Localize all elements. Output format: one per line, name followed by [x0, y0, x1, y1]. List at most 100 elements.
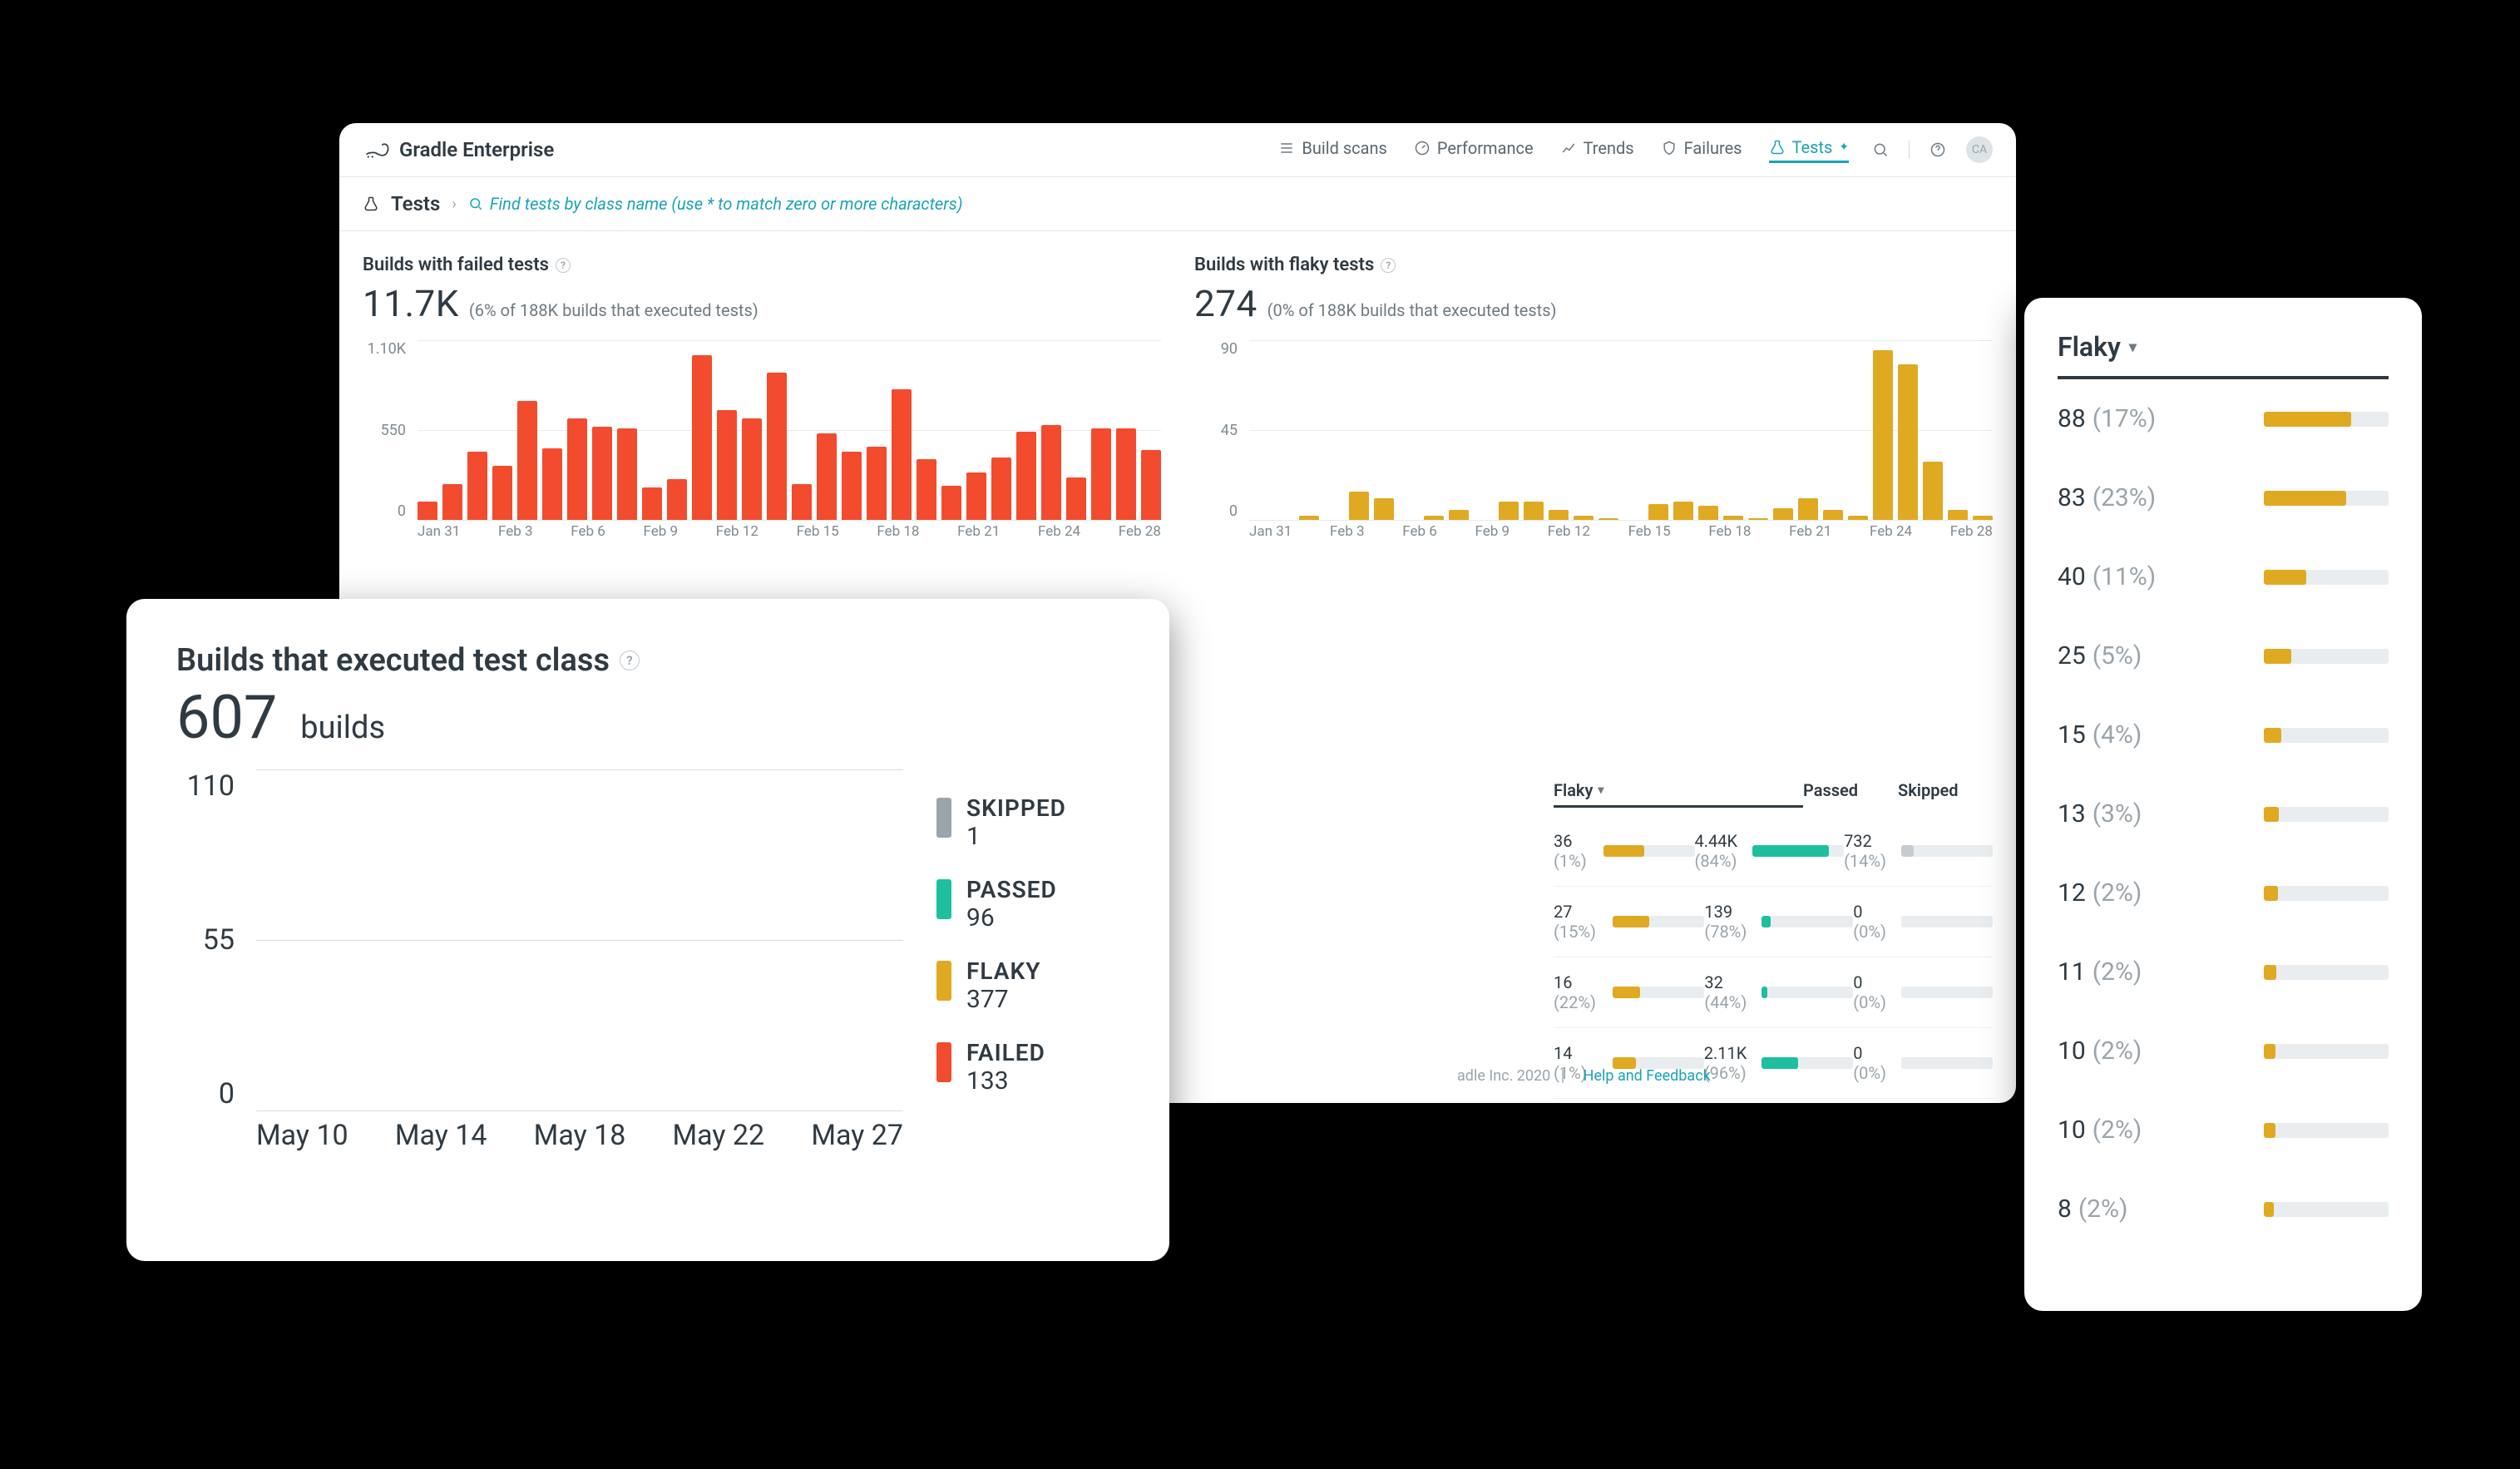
bar[interactable] [842, 452, 862, 520]
legend-item-failed[interactable]: FAILED133 [936, 1039, 1119, 1096]
bar[interactable] [892, 389, 912, 520]
bar[interactable] [617, 428, 637, 520]
bar[interactable] [1091, 428, 1111, 520]
brand-name: Gradle Enterprise [399, 138, 554, 161]
bar[interactable] [1898, 364, 1918, 520]
col-header-flaky[interactable]: Flaky ▾ [1554, 780, 1803, 808]
nav-performance-label: Performance [1437, 138, 1534, 158]
bar[interactable] [642, 487, 662, 520]
topbar: Gradle Enterprise Build scans Performanc… [339, 123, 2016, 177]
bar[interactable] [517, 401, 537, 520]
help-icon[interactable]: ? [620, 650, 640, 670]
bar[interactable] [1798, 498, 1818, 520]
bar[interactable] [1773, 508, 1793, 520]
table-row[interactable]: 14 (1%)1.74K (97%)0 (0%) [1554, 1099, 1993, 1103]
legend-item-skipped[interactable]: SKIPPED1 [936, 794, 1119, 851]
bar[interactable] [1973, 516, 1993, 520]
nav-trends[interactable]: Trends [1560, 138, 1634, 161]
flaky-row[interactable]: 8(2%) [2058, 1170, 2389, 1249]
flaky-row[interactable]: 13(3%) [2058, 774, 2389, 853]
search-hint-text: Find tests by class name (use * to match… [490, 194, 963, 214]
legend-item-passed[interactable]: PASSED96 [936, 876, 1119, 932]
bar[interactable] [1116, 428, 1136, 520]
bar[interactable] [1424, 516, 1444, 520]
chart-failed: 1.10K5500 Jan 31Feb 3Feb 6Feb 9Feb 12Feb… [363, 340, 1161, 548]
bar[interactable] [742, 418, 762, 520]
search-icon[interactable] [1872, 141, 1889, 158]
bar[interactable] [1948, 510, 1968, 520]
search-icon [468, 196, 483, 211]
bar[interactable] [1823, 510, 1843, 520]
help-icon[interactable]: ? [1381, 258, 1396, 273]
flaky-row[interactable]: 88(17%) [2058, 379, 2389, 458]
bar[interactable] [1016, 432, 1036, 520]
bar[interactable] [1549, 510, 1569, 520]
bar[interactable] [467, 452, 487, 520]
bar[interactable] [667, 479, 687, 520]
help-icon[interactable] [1930, 141, 1946, 158]
bar[interactable] [1299, 516, 1319, 520]
col-header-skipped[interactable]: Skipped [1898, 780, 1993, 808]
bar[interactable] [1449, 510, 1469, 520]
topbar-right: CA [1872, 136, 1993, 163]
bar[interactable] [1066, 477, 1086, 520]
bar[interactable] [1848, 516, 1868, 520]
bar[interactable] [1499, 502, 1519, 520]
bar[interactable] [966, 472, 986, 520]
col-header-passed[interactable]: Passed [1803, 780, 1898, 808]
bar[interactable] [1141, 450, 1161, 520]
legend-item-flaky[interactable]: FLAKY377 [936, 957, 1119, 1014]
table-row[interactable]: 14 (1%)2.11K (96%)0 (0%) [1554, 1028, 1993, 1099]
bar[interactable] [492, 466, 512, 520]
flaky-row[interactable]: 11(2%) [2058, 932, 2389, 1011]
bar[interactable] [867, 447, 887, 520]
help-icon[interactable]: ? [556, 258, 571, 273]
bar[interactable] [1673, 502, 1693, 520]
bar[interactable] [1374, 498, 1394, 520]
table-row[interactable]: 16 (22%)32 (44%)0 (0%) [1554, 957, 1993, 1028]
tests-icon [1769, 139, 1786, 156]
bar[interactable] [567, 418, 587, 520]
flaky-row[interactable]: 83(23%) [2058, 458, 2389, 537]
bar[interactable] [767, 373, 787, 520]
bar[interactable] [592, 427, 612, 520]
bar[interactable] [1748, 518, 1768, 520]
footer-help-link[interactable]: Help and Feedback [1584, 1067, 1711, 1085]
bar[interactable] [542, 448, 562, 520]
flaky-row[interactable]: 40(11%) [2058, 537, 2389, 616]
nav-performance[interactable]: Performance [1414, 138, 1534, 161]
bar[interactable] [792, 484, 812, 520]
bar[interactable] [717, 410, 737, 520]
nav-tests[interactable]: Tests ✦ [1769, 137, 1850, 163]
search-tests-input[interactable]: Find tests by class name (use * to match… [468, 194, 963, 214]
bar[interactable] [1041, 425, 1061, 520]
nav-failures[interactable]: Failures [1661, 138, 1742, 161]
bar[interactable] [1524, 502, 1544, 520]
flaky-row[interactable]: 15(4%) [2058, 695, 2389, 774]
flaky-row[interactable]: 25(5%) [2058, 616, 2389, 695]
bar[interactable] [1873, 350, 1893, 520]
flaky-row[interactable]: 10(2%) [2058, 1091, 2389, 1170]
bar[interactable] [1598, 518, 1618, 520]
bar[interactable] [1648, 504, 1668, 520]
bar[interactable] [692, 355, 712, 520]
nav-build-scans[interactable]: Build scans [1278, 138, 1387, 161]
bar[interactable] [1723, 516, 1743, 520]
bar[interactable] [941, 486, 961, 520]
bar[interactable] [817, 433, 837, 520]
bar[interactable] [1574, 516, 1594, 520]
flaky-row[interactable]: 10(2%) [2058, 1011, 2389, 1091]
bar[interactable] [1923, 462, 1943, 520]
flaky-sort-header[interactable]: Flaky ▾ [2058, 331, 2389, 379]
bar[interactable] [1698, 506, 1718, 520]
bar[interactable] [442, 484, 462, 520]
flaky-row[interactable]: 12(2%) [2058, 853, 2389, 932]
bar[interactable] [991, 458, 1011, 520]
table-row[interactable]: 36 (1%)4.44K (84%)732 (14%) [1554, 816, 1993, 887]
avatar[interactable]: CA [1966, 136, 1993, 163]
bar[interactable] [917, 459, 936, 520]
bar[interactable] [418, 502, 437, 520]
bar[interactable] [1349, 492, 1369, 520]
table-row[interactable]: 27 (15%)139 (78%)0 (0%) [1554, 887, 1993, 957]
brand[interactable]: Gradle Enterprise [363, 138, 554, 161]
